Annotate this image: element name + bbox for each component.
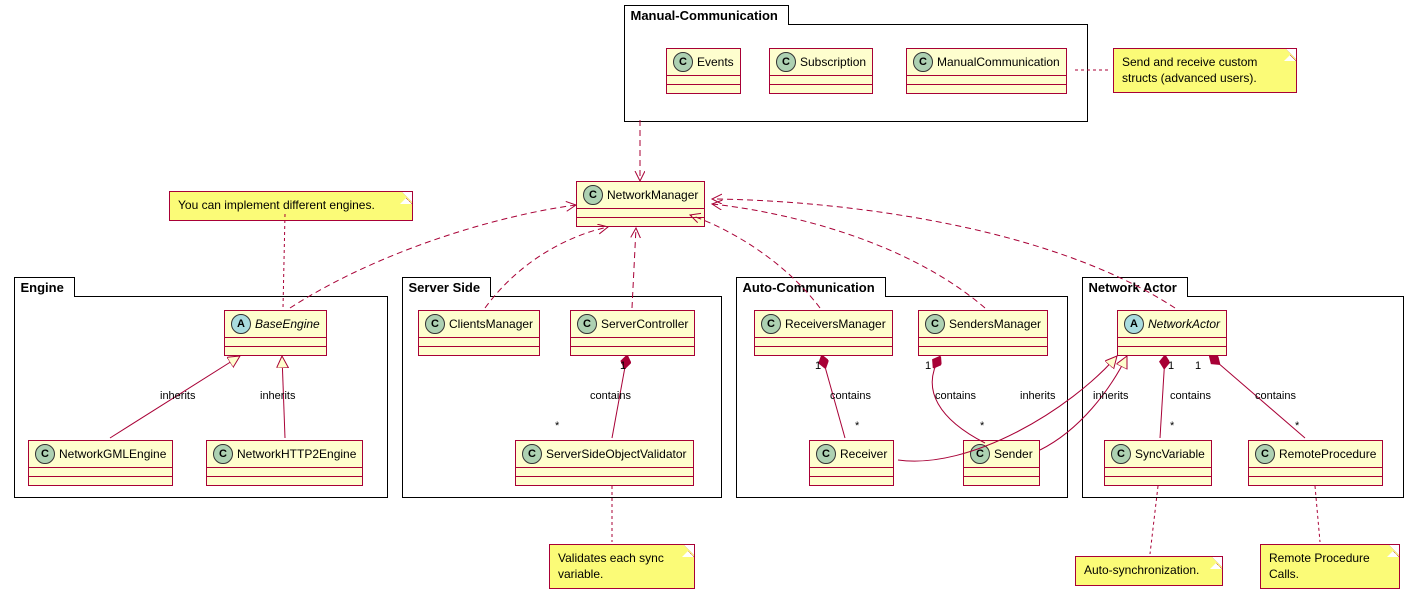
edge-label-inherits: inherits: [160, 390, 195, 402]
class-remote-procedure: C RemoteProcedure: [1248, 440, 1383, 486]
class-stereotype-icon: C: [925, 314, 945, 334]
class-receivers-manager: C ReceiversManager: [754, 310, 893, 356]
class-name: Receiver: [840, 447, 887, 461]
edge-label-contains: contains: [1255, 390, 1296, 402]
class-senders-manager: C SendersManager: [918, 310, 1048, 356]
class-base-engine: A BaseEngine: [224, 310, 327, 356]
edge-label-one: 1: [1195, 360, 1201, 372]
class-stereotype-icon: C: [816, 444, 836, 464]
class-name: SendersManager: [949, 317, 1041, 331]
note-remoteproc: Remote Procedure Calls.: [1260, 544, 1400, 589]
class-subscription: C Subscription: [769, 48, 873, 94]
package-tab-actor: Network Actor: [1082, 277, 1188, 297]
class-name: SyncVariable: [1135, 447, 1205, 461]
class-stereotype-icon: C: [213, 444, 233, 464]
edge-label-contains: contains: [830, 390, 871, 402]
note-validator: Validates each sync variable.: [549, 544, 695, 589]
class-stereotype-icon: C: [776, 52, 796, 72]
class-name: NetworkActor: [1148, 317, 1220, 331]
class-name: Sender: [994, 447, 1033, 461]
edge-label-one: 1: [620, 360, 626, 372]
class-receiver: C Receiver: [809, 440, 894, 486]
class-network-http2-engine: C NetworkHTTP2Engine: [206, 440, 363, 486]
note-text: Send and receive custom structs (advance…: [1122, 55, 1257, 85]
class-name: ClientsManager: [449, 317, 533, 331]
class-name: ServerController: [601, 317, 688, 331]
class-server-controller: C ServerController: [570, 310, 695, 356]
edge-label-many: *: [855, 420, 859, 432]
note-engine: You can implement different engines.: [169, 191, 413, 221]
note-text: Auto-synchronization.: [1084, 563, 1199, 577]
class-stereotype-icon: C: [761, 314, 781, 334]
edge-label-contains: contains: [590, 390, 631, 402]
class-name: ReceiversManager: [785, 317, 886, 331]
edge-label-many: *: [555, 420, 559, 432]
class-name: Events: [697, 55, 734, 69]
class-network-manager: C NetworkManager: [576, 181, 705, 227]
edge-label-many: *: [1295, 420, 1299, 432]
package-tab-auto: Auto-Communication: [736, 277, 886, 297]
class-name: NetworkHTTP2Engine: [237, 447, 356, 461]
note-manual-communication: Send and receive custom structs (advance…: [1113, 48, 1297, 93]
edge-label-one: 1: [815, 360, 821, 372]
class-sender: C Sender: [963, 440, 1040, 486]
class-stereotype-icon: C: [583, 185, 603, 205]
edge-label-contains: contains: [935, 390, 976, 402]
edge-label-inherits: inherits: [1020, 390, 1055, 402]
edge-label-inherits: inherits: [260, 390, 295, 402]
class-name: NetworkGMLEngine: [59, 447, 166, 461]
class-server-side-object-validator: C ServerSideObjectValidator: [515, 440, 694, 486]
class-name: NetworkManager: [607, 188, 698, 202]
edge-label-contains: contains: [1170, 390, 1211, 402]
class-clients-manager: C ClientsManager: [418, 310, 540, 356]
class-stereotype-icon: C: [425, 314, 445, 334]
edge-label-one: 1: [925, 360, 931, 372]
note-text: You can implement different engines.: [178, 198, 375, 212]
edge-label-inherits: inherits: [1093, 390, 1128, 402]
note-syncvar: Auto-synchronization.: [1075, 556, 1223, 586]
edge-label-one: 1: [1168, 360, 1174, 372]
class-name: ServerSideObjectValidator: [546, 447, 687, 461]
note-text: Remote Procedure Calls.: [1269, 551, 1370, 581]
class-stereotype-icon: C: [35, 444, 55, 464]
edge-label-many: *: [980, 420, 984, 432]
class-network-gml-engine: C NetworkGMLEngine: [28, 440, 173, 486]
package-tab-manual: Manual-Communication: [624, 5, 789, 25]
class-stereotype-icon: C: [522, 444, 542, 464]
class-name: BaseEngine: [255, 317, 320, 331]
class-stereotype-icon: C: [577, 314, 597, 334]
abstract-stereotype-icon: A: [231, 314, 251, 334]
class-name: RemoteProcedure: [1279, 447, 1376, 461]
class-name: Subscription: [800, 55, 866, 69]
class-network-actor: A NetworkActor: [1117, 310, 1227, 356]
abstract-stereotype-icon: A: [1124, 314, 1144, 334]
class-sync-variable: C SyncVariable: [1104, 440, 1212, 486]
class-stereotype-icon: C: [673, 52, 693, 72]
package-tab-server: Server Side: [402, 277, 492, 297]
class-stereotype-icon: C: [1111, 444, 1131, 464]
class-stereotype-icon: C: [970, 444, 990, 464]
note-text: Validates each sync variable.: [558, 551, 664, 581]
class-manual-communication: C ManualCommunication: [906, 48, 1067, 94]
edge-label-many: *: [1170, 420, 1174, 432]
class-stereotype-icon: C: [913, 52, 933, 72]
package-tab-engine: Engine: [14, 277, 75, 297]
class-stereotype-icon: C: [1255, 444, 1275, 464]
class-name: ManualCommunication: [937, 55, 1060, 69]
class-events: C Events: [666, 48, 741, 94]
